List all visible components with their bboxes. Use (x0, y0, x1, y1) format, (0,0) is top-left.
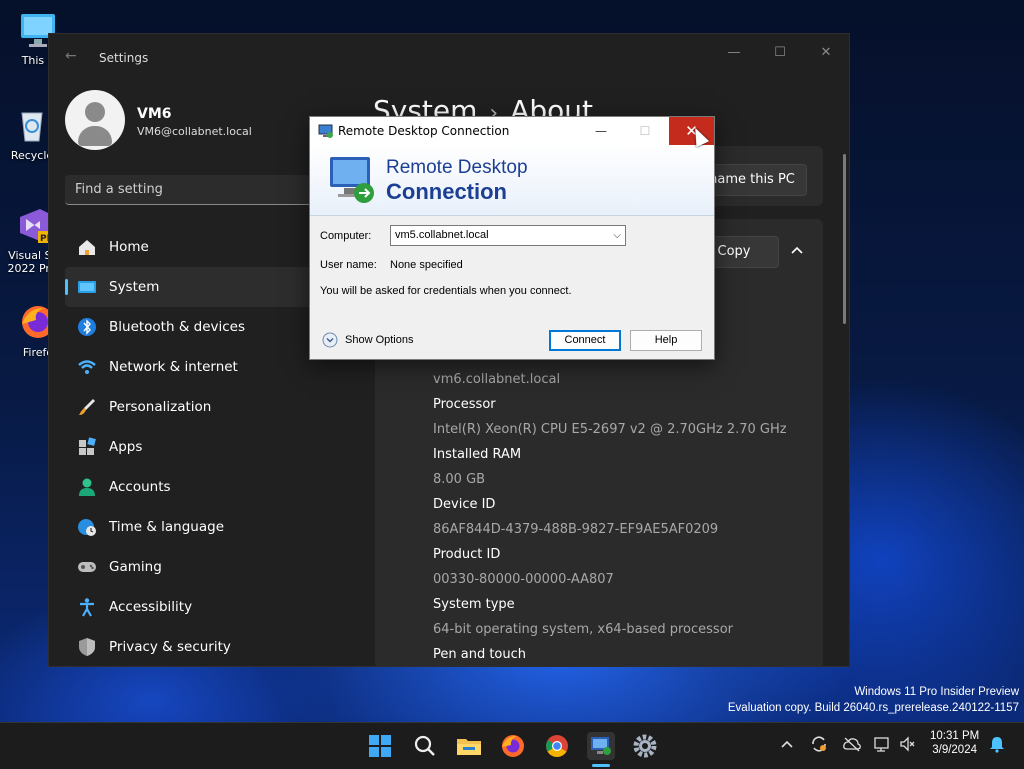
user-email: VM6@collabnet.local (137, 125, 252, 138)
shield-icon (77, 637, 97, 657)
sidebar-item-label: Gaming (109, 559, 162, 575)
rdc-banner-line2: Connection (386, 179, 507, 204)
sidebar-item-accessibility[interactable]: Accessibility (65, 587, 375, 627)
wifi-icon (77, 357, 97, 377)
sidebar-item-label: Bluetooth & devices (109, 319, 246, 335)
desktop: This P Recycle PR Visual St 2022 Pre Fir… (0, 0, 1024, 722)
rdc-banner-line1: Remote Desktop (386, 157, 528, 178)
watermark-line2: Evaluation copy. Build 26040.rs_prerelea… (727, 702, 1019, 714)
sidebar-item-label: Network & internet (109, 359, 238, 375)
clock[interactable]: 10:31 PM 3/9/2024 (930, 730, 979, 756)
sidebar-item-label: Privacy & security (109, 639, 231, 655)
taskbar: 10:31 PM 3/9/2024 (0, 722, 1024, 769)
sidebar-item-apps[interactable]: Apps (65, 427, 375, 467)
spec-value-product-id: 00330-80000-00000-AA807 (433, 572, 614, 587)
username-value: None specified (390, 259, 463, 271)
settings-gear-icon[interactable] (631, 732, 659, 760)
accessibility-icon (77, 597, 97, 617)
notification-bell-icon[interactable] (988, 735, 1006, 757)
gamepad-icon (77, 557, 97, 577)
chrome-icon[interactable] (543, 732, 571, 760)
spec-value-device-name: vm6.collabnet.local (433, 372, 561, 387)
spec-label-product-id: Product ID (433, 547, 501, 562)
show-options-label: Show Options (345, 334, 414, 346)
spec-value-system-type: 64-bit operating system, x64-based proce… (433, 622, 733, 637)
remote-desktop-logo-icon (326, 153, 378, 211)
spec-label-pen-touch: Pen and touch (433, 647, 527, 662)
remote-desktop-taskbar-icon[interactable] (587, 732, 615, 760)
account-icon (77, 477, 97, 497)
chevron-up-icon[interactable] (780, 737, 794, 755)
rdc-title: Remote Desktop Connection (338, 124, 510, 138)
maximize-icon: ☐ (639, 124, 651, 138)
bluetooth-icon (77, 317, 97, 337)
cloud-offline-icon[interactable] (842, 735, 862, 757)
desktop-icon-label: Recycle (10, 149, 54, 162)
expand-down-icon (322, 332, 338, 352)
globe-clock-icon (77, 517, 97, 537)
spec-value-device-id: 86AF844D-4379-488B-9827-EF9AE5AF0209 (433, 522, 719, 537)
sidebar-item-time-language[interactable]: Time & language (65, 507, 375, 547)
sidebar-item-label: Apps (109, 439, 143, 455)
chevron-up-icon[interactable] (789, 242, 805, 262)
sidebar-item-label: Accessibility (109, 599, 193, 615)
computer-value: vm5.collabnet.local (395, 229, 489, 241)
active-app-indicator (592, 764, 610, 767)
settings-window-title: Settings (99, 51, 149, 65)
computer-combobox[interactable]: vm5.collabnet.local ⌵ (390, 225, 626, 246)
system-icon (77, 277, 97, 297)
watermark-line1: Windows 11 Pro Insider Preview (854, 686, 1019, 698)
visual-studio-icon: PR (12, 205, 54, 245)
sidebar-item-label: Time & language (109, 519, 225, 535)
network-icon[interactable] (873, 735, 891, 757)
connect-button[interactable]: Connect (549, 330, 621, 351)
home-icon (77, 237, 97, 257)
computer-label: Computer: (320, 230, 372, 242)
spec-label-ram: Installed RAM (433, 447, 522, 462)
sidebar-item-label: System (109, 279, 160, 295)
rdc-dialog: Remote Desktop Connection — ☐ ✕ Remote D… (309, 116, 715, 360)
file-explorer-icon[interactable] (455, 732, 483, 760)
scrollbar[interactable] (843, 154, 846, 324)
sidebar-item-gaming[interactable]: Gaming (65, 547, 375, 587)
search-icon[interactable] (411, 732, 439, 760)
volume-muted-icon[interactable] (899, 735, 917, 757)
sidebar-item-label: Personalization (109, 399, 212, 415)
minimize-icon[interactable]: — (711, 40, 757, 66)
sidebar-item-label: Home (109, 239, 149, 255)
apps-icon (77, 437, 97, 457)
maximize-icon[interactable]: ☐ (757, 40, 803, 66)
clock-time: 10:31 PM (930, 730, 980, 742)
username-label: User name: (320, 259, 377, 271)
minimize-icon[interactable]: — (579, 117, 623, 145)
brush-icon (77, 397, 97, 417)
avatar[interactable] (65, 90, 125, 150)
spec-value-ram: 8.00 GB (433, 472, 486, 487)
close-icon[interactable]: ✕ (803, 40, 849, 66)
chevron-down-icon[interactable]: ⌵ (613, 226, 621, 245)
back-arrow-icon[interactable]: ← (65, 48, 77, 64)
spec-label-device-id: Device ID (433, 497, 496, 512)
sidebar-item-personalization[interactable]: Personalization (65, 387, 375, 427)
sidebar-item-accounts[interactable]: Accounts (65, 467, 375, 507)
spec-label-system-type: System type (433, 597, 515, 612)
firefox-icon[interactable] (499, 732, 527, 760)
rdc-banner: Remote Desktop Connection (310, 145, 714, 216)
user-name: VM6 (137, 106, 172, 122)
start-windows-icon[interactable] (366, 732, 394, 760)
spec-label-processor: Processor (433, 397, 496, 412)
rdc-app-icon (318, 123, 334, 143)
sidebar-item-privacy-security[interactable]: Privacy & security (65, 627, 375, 666)
clock-date: 3/9/2024 (932, 744, 977, 756)
recycle-bin-icon (12, 105, 52, 145)
sync-icon[interactable] (810, 735, 828, 757)
rdc-titlebar[interactable]: Remote Desktop Connection — ☐ ✕ (310, 117, 714, 145)
sidebar-item-label: Accounts (109, 479, 171, 495)
help-button[interactable]: Help (630, 330, 702, 351)
spec-value-processor: Intel(R) Xeon(R) CPU E5-2697 v2 @ 2.70GH… (433, 422, 787, 437)
credentials-note: You will be asked for credentials when y… (320, 285, 572, 297)
